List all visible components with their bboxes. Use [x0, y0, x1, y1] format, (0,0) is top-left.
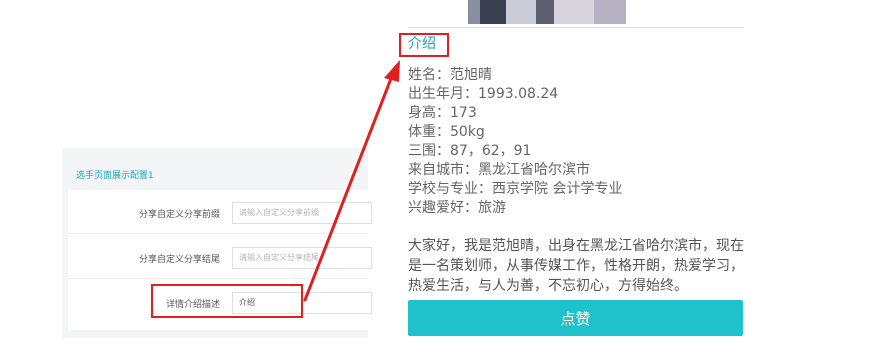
info-measurements: 三围：87，62，91	[408, 143, 532, 159]
info-name: 姓名：范旭晴	[408, 67, 492, 83]
info-weight: 体重：50kg	[408, 124, 485, 140]
config-section-title: 选手页面展示配置1	[76, 171, 154, 181]
info-hobbies: 兴趣爱好：旅游	[408, 200, 506, 216]
form-row-share-suffix: 分享自定义分享结尾 请输入自定义分享结尾	[68, 235, 372, 279]
bio-line: 大家好，我是范旭晴，出身在黑龙江省哈尔滨市，现在	[408, 238, 744, 254]
like-button[interactable]: 点赞	[408, 300, 743, 336]
info-height: 身高：173	[408, 105, 477, 121]
share-suffix-input[interactable]: 请输入自定义分享结尾	[232, 247, 372, 269]
info-birthdate: 出生年月：1993.08.24	[408, 86, 559, 102]
form-row-share-prefix: 分享自定义分享前缀 请输入自定义分享前缀	[68, 190, 372, 234]
share-suffix-label: 分享自定义分享结尾	[138, 255, 220, 265]
share-prefix-label: 分享自定义分享前缀	[138, 210, 220, 220]
section-divider	[408, 27, 744, 28]
profile-photo	[468, 0, 626, 24]
highlight-box-intro-heading	[399, 33, 449, 57]
info-school-major: 学校与专业：西京学院 会计学专业	[408, 181, 623, 197]
highlight-box-description-field	[151, 284, 303, 318]
bio-line: 热爱生活，与人为善，不忘初心，方得始终。	[408, 278, 688, 294]
info-city: 来自城市：黑龙江省哈尔滨市	[408, 162, 590, 178]
share-prefix-input[interactable]: 请输入自定义分享前缀	[232, 202, 372, 224]
bio-line: 是一名策划师，从事传媒工作，性格开朗，热爱学习，	[408, 258, 744, 274]
